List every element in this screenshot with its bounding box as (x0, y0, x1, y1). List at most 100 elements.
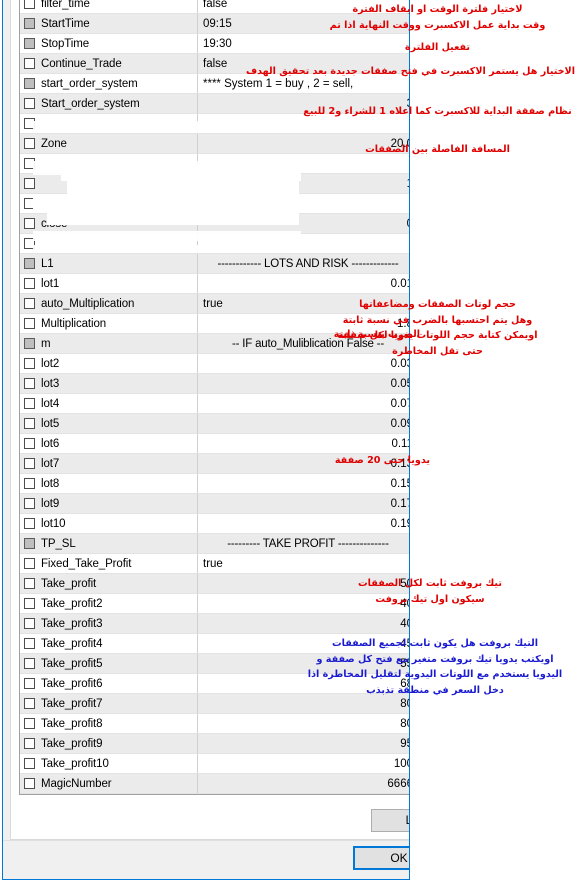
parameter-value-field[interactable]: 80 (198, 714, 409, 733)
row-checkbox-icon[interactable] (24, 418, 35, 429)
row-checkbox-icon[interactable] (24, 238, 35, 249)
row-checkbox-icon[interactable] (24, 138, 35, 149)
grid-row-name-cell: lot3 (20, 374, 198, 393)
row-checkbox-icon[interactable] (24, 558, 35, 569)
parameter-value-field[interactable]: 0.15 (198, 474, 409, 493)
grid-row[interactable]: MagicNumber 6666 (20, 774, 409, 794)
grid-row[interactable] (20, 234, 409, 254)
parameter-value-field[interactable]: 40 (198, 614, 409, 633)
parameter-value-field[interactable]: 6666 (198, 774, 409, 793)
parameter-value-field[interactable]: 0.09 (198, 414, 409, 433)
row-checkbox-icon[interactable] (24, 598, 35, 609)
row-checkbox-icon[interactable] (24, 638, 35, 649)
row-checkbox-icon[interactable] (24, 218, 35, 229)
grid-row-name-cell: StopTime (20, 34, 198, 53)
grid-row[interactable]: Fixed_Take_Profit true (20, 554, 409, 574)
grid-row[interactable]: lot1 0.01 (20, 274, 409, 294)
row-checkbox-icon[interactable] (24, 158, 35, 169)
row-checkbox-icon[interactable] (24, 358, 35, 369)
row-checkbox-icon[interactable] (24, 658, 35, 669)
row-checkbox-icon[interactable] (24, 98, 35, 109)
row-checkbox-icon[interactable] (24, 758, 35, 769)
annotation-line: نظام صفقة البداية للاكسبرت كما اعلاه 1 ل… (303, 106, 572, 117)
parameter-value-field[interactable]: 1 (198, 174, 409, 193)
row-checkbox-icon[interactable] (24, 198, 35, 209)
parameter-value-field[interactable]: 0.07 (198, 394, 409, 413)
row-checkbox-icon[interactable] (24, 738, 35, 749)
annotation-take-profit-details: التيك بروفت هل يكون ثابت لجميع الصفقات او… (295, 636, 575, 698)
grid-row[interactable]: lot3 0.05 (20, 374, 409, 394)
grid-row[interactable]: 1 (20, 174, 409, 194)
row-checkbox-icon[interactable] (24, 0, 35, 9)
annotation-line: يدويا حتى 20 صفقة (334, 455, 430, 466)
grid-row[interactable]: L1 ------------ LOTS AND RISK -----------… (20, 254, 409, 274)
grid-row[interactable]: lot6 0.11 (20, 434, 409, 454)
parameter-value-field[interactable]: 0.11 (198, 434, 409, 453)
parameter-value-field[interactable]: --------- TAKE PROFIT -------------- (198, 534, 409, 553)
grid-row[interactable]: lot9 0.17 (20, 494, 409, 514)
grid-row-name-cell (20, 194, 198, 213)
grid-row[interactable]: TP_SL --------- TAKE PROFIT -------------… (20, 534, 409, 554)
row-checkbox-icon[interactable] (24, 538, 35, 549)
row-checkbox-icon[interactable] (24, 718, 35, 729)
row-checkbox-icon[interactable] (24, 78, 35, 89)
grid-row-name-cell (20, 114, 198, 133)
row-checkbox-icon[interactable] (24, 458, 35, 469)
parameter-value-field[interactable]: 0 (198, 214, 409, 233)
row-checkbox-icon[interactable] (24, 318, 35, 329)
parameter-value-field[interactable]: 95 (198, 734, 409, 753)
grid-row[interactable] (20, 194, 409, 214)
parameter-value-field[interactable]: 0.17 (198, 494, 409, 513)
row-checkbox-icon[interactable] (24, 678, 35, 689)
ok-button[interactable]: OK (353, 846, 409, 870)
parameter-value-field[interactable]: 100 (198, 754, 409, 773)
row-checkbox-icon[interactable] (24, 438, 35, 449)
row-checkbox-icon[interactable] (24, 618, 35, 629)
row-checkbox-icon[interactable] (24, 178, 35, 189)
row-checkbox-icon[interactable] (24, 778, 35, 789)
grid-row[interactable]: lot4 0.07 (20, 394, 409, 414)
row-checkbox-icon[interactable] (24, 298, 35, 309)
row-checkbox-icon[interactable] (24, 698, 35, 709)
row-checkbox-icon[interactable] (24, 58, 35, 69)
parameter-value-field[interactable] (198, 234, 409, 253)
parameter-value-field[interactable]: 0.19 (198, 514, 409, 533)
row-checkbox-icon[interactable] (24, 478, 35, 489)
parameter-name-label: StopTime (41, 37, 89, 50)
parameter-name-label: Fixed_Take_Profit (41, 557, 132, 570)
parameter-name-label: lot3 (41, 377, 60, 390)
parameter-value-field[interactable]: 0.05 (198, 374, 409, 393)
grid-row-name-cell: auto_Multiplication (20, 294, 198, 313)
annotation-zone: المسافة الفاصلة بين الصفقات (300, 142, 575, 158)
load-button[interactable]: Lo (371, 809, 409, 832)
row-checkbox-icon[interactable] (24, 38, 35, 49)
row-checkbox-icon[interactable] (24, 378, 35, 389)
grid-row[interactable]: lot10 0.19 (20, 514, 409, 534)
row-checkbox-icon[interactable] (24, 578, 35, 589)
row-checkbox-icon[interactable] (24, 398, 35, 409)
row-checkbox-icon[interactable] (24, 278, 35, 289)
row-checkbox-icon[interactable] (24, 518, 35, 529)
grid-row[interactable]: Take_profit10 100 (20, 754, 409, 774)
grid-row-name-cell: TP_SL (20, 534, 198, 553)
grid-row[interactable]: close 0 (20, 214, 409, 234)
parameter-value-field[interactable] (198, 194, 409, 213)
grid-row-name-cell: lot9 (20, 494, 198, 513)
annotation-enable-filter: تفعيل الفلترة (300, 40, 575, 56)
row-checkbox-icon[interactable] (24, 498, 35, 509)
grid-row[interactable]: lot5 0.09 (20, 414, 409, 434)
row-checkbox-icon[interactable] (24, 18, 35, 29)
parameter-name-label: Take_profit6 (41, 677, 103, 690)
grid-row[interactable]: lot8 0.15 (20, 474, 409, 494)
parameter-value-field[interactable]: true (198, 554, 409, 573)
row-checkbox-icon[interactable] (24, 338, 35, 349)
row-checkbox-icon[interactable] (24, 118, 35, 129)
parameter-value-field[interactable]: ------------ LOTS AND RISK ------------- (198, 254, 409, 273)
inputs-tab-page: filter_time false StartTime 09:15 StopTime 19… (10, 0, 409, 840)
row-checkbox-icon[interactable] (24, 258, 35, 269)
grid-row[interactable]: Take_profit9 95 (20, 734, 409, 754)
grid-row[interactable]: Take_profit3 40 (20, 614, 409, 634)
grid-row-name-cell: lot10 (20, 514, 198, 533)
parameter-value-field[interactable]: 0.01 (198, 274, 409, 293)
grid-row[interactable]: Take_profit8 80 (20, 714, 409, 734)
